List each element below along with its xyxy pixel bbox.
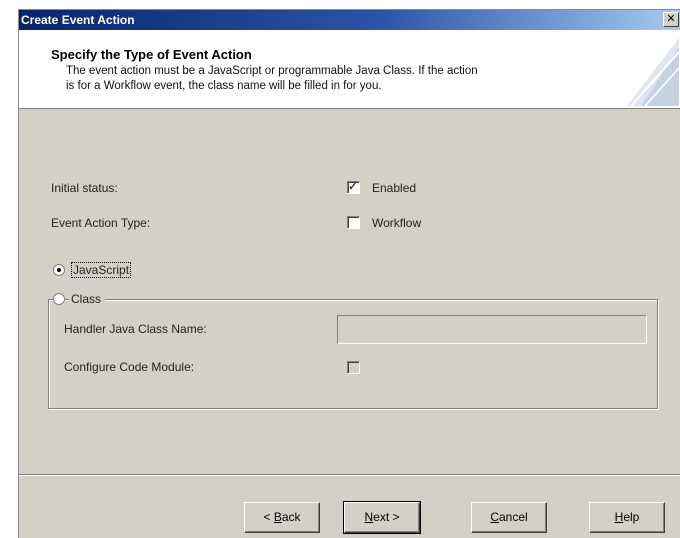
- back-button[interactable]: < Back: [244, 502, 320, 533]
- title-bar[interactable]: Create Event Action ✕: [19, 10, 680, 30]
- configure-code-module-checkbox[interactable]: [347, 361, 360, 374]
- enabled-checkbox[interactable]: ✓: [347, 179, 360, 194]
- handler-class-input[interactable]: [337, 315, 647, 344]
- next-button-mnemonic: N: [364, 510, 374, 524]
- class-radio-label[interactable]: Class: [69, 292, 106, 306]
- radio-selected-dot: [57, 268, 61, 272]
- create-event-action-dialog: Create Event Action ✕ Specify the Type o…: [18, 9, 680, 538]
- cancel-button[interactable]: Cancel: [471, 502, 547, 533]
- javascript-radio-text: JavaScript: [71, 262, 132, 278]
- workflow-label[interactable]: Workflow: [372, 216, 421, 230]
- next-button[interactable]: Next >: [343, 501, 421, 534]
- cancel-button-mnemonic: C: [490, 510, 499, 524]
- initial-status-label: Initial status:: [51, 181, 118, 195]
- help-button-text: elp: [623, 510, 640, 524]
- enabled-label[interactable]: Enabled: [372, 181, 416, 195]
- back-button-prefix: <: [263, 510, 274, 524]
- button-separator: [19, 474, 680, 476]
- class-radio[interactable]: [53, 293, 65, 305]
- back-button-mnemonic: B: [273, 510, 282, 524]
- back-button-text: ack: [281, 510, 301, 524]
- header-description-line-2: is for a Workflow event, the class name …: [66, 80, 382, 92]
- configure-code-module-label: Configure Code Module:: [64, 360, 195, 374]
- window-title: Create Event Action: [21, 13, 135, 27]
- wizard-graphic-icon: [627, 38, 679, 106]
- header-description: The event action must be a JavaScript or…: [66, 64, 606, 94]
- javascript-radio-label[interactable]: JavaScript: [71, 262, 132, 278]
- checkmark-icon: ✓: [348, 179, 359, 193]
- help-button[interactable]: Help: [589, 502, 665, 533]
- javascript-radio[interactable]: [53, 264, 65, 276]
- workflow-checkbox[interactable]: [347, 216, 360, 229]
- cancel-button-text: ancel: [498, 510, 528, 524]
- header-title: Specify the Type of Event Action: [51, 47, 252, 62]
- handler-class-label: Handler Java Class Name:: [64, 322, 207, 336]
- close-icon[interactable]: ✕: [663, 12, 679, 27]
- next-button-text: ext >: [373, 510, 400, 524]
- header-description-line-1: The event action must be a JavaScript or…: [66, 65, 478, 77]
- wizard-header: Specify the Type of Event Action The eve…: [19, 30, 680, 109]
- event-action-type-label: Event Action Type:: [51, 216, 151, 230]
